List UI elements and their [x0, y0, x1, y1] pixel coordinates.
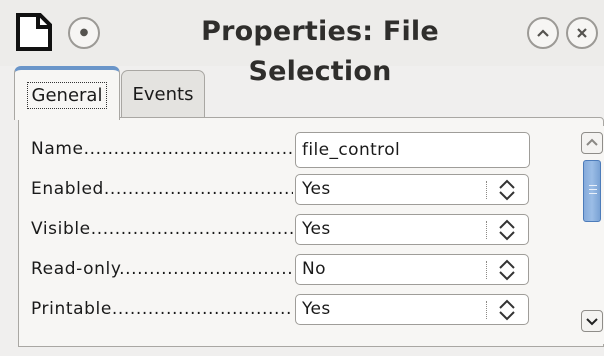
document-icon[interactable]	[14, 12, 54, 52]
combo-separator	[486, 181, 487, 199]
enabled-value: Yes	[302, 179, 331, 199]
property-label-enabled: Enabled.................................…	[31, 179, 293, 199]
read-only-select[interactable]: No	[295, 254, 529, 285]
property-label-read-only: Read-only...............................…	[31, 259, 293, 279]
property-row-visible: Visible.................................…	[31, 212, 541, 248]
property-row-read-only: Read-only...............................…	[31, 252, 541, 288]
tab-events-label: Events	[132, 84, 194, 105]
property-row-enabled: Enabled.................................…	[31, 172, 541, 208]
grip-line	[589, 193, 597, 194]
tab-general[interactable]: General	[14, 66, 120, 120]
enabled-select[interactable]: Yes	[295, 174, 529, 205]
scroll-down-button[interactable]	[581, 310, 603, 332]
chevron-up-icon	[586, 138, 598, 146]
printable-value: Yes	[302, 299, 331, 319]
tab-general-label: General	[26, 81, 108, 109]
scroll-thumb[interactable]	[583, 160, 601, 222]
grip-line	[589, 185, 597, 186]
property-row-name: Name....................................…	[31, 132, 541, 168]
chevron-down-icon	[586, 318, 598, 326]
scroll-up-button[interactable]	[581, 132, 603, 154]
name-field[interactable]: file_control	[295, 132, 530, 168]
property-row-printable: Printable...............................…	[31, 292, 541, 328]
window-title: Properties: File Selection	[201, 16, 439, 87]
visible-value: Yes	[302, 219, 331, 239]
read-only-value: No	[302, 259, 326, 279]
updown-arrows-icon	[499, 179, 515, 201]
property-label-name: Name....................................…	[31, 139, 293, 159]
window-menu-icon: ●	[79, 27, 89, 38]
chevron-up-icon	[537, 29, 549, 37]
vertical-scrollbar[interactable]	[579, 126, 604, 344]
close-icon	[577, 28, 587, 38]
updown-arrows-icon	[499, 259, 515, 281]
property-label-visible: Visible.................................…	[31, 219, 293, 239]
combo-separator	[486, 301, 487, 319]
combo-separator	[486, 261, 487, 279]
tab-events[interactable]: Events	[121, 70, 205, 118]
updown-arrows-icon	[499, 219, 515, 241]
grip-line	[589, 189, 597, 190]
properties-panel: Name....................................…	[18, 117, 604, 347]
shade-button[interactable]	[527, 17, 559, 49]
visible-select[interactable]: Yes	[295, 214, 529, 245]
combo-separator	[486, 221, 487, 239]
printable-select[interactable]: Yes	[295, 294, 529, 325]
updown-arrows-icon	[499, 299, 515, 321]
property-label-printable: Printable...............................…	[31, 299, 293, 319]
window-menu-button[interactable]: ●	[68, 17, 100, 49]
title-bar: ● Properties: File Selection	[0, 0, 604, 87]
close-button[interactable]	[566, 17, 598, 49]
